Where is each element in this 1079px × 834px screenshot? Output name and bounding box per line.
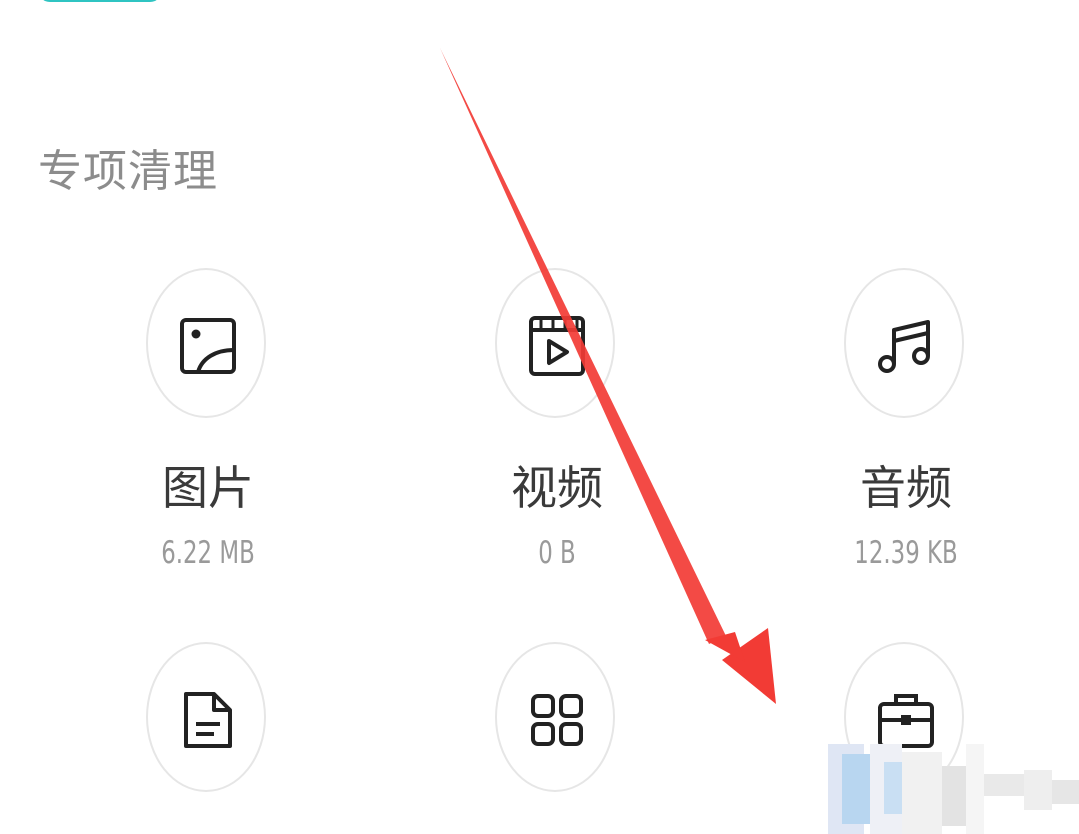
audio-size: 12.39 KB [854,535,958,571]
images-label: 图片 [162,461,254,515]
accent-chip [38,0,162,2]
music-icon [878,320,930,373]
documents-icon-button[interactable] [146,642,266,792]
section-title: 专项清理 [38,146,218,197]
videos-size: 0 B [538,535,576,571]
image-icon [180,318,236,374]
apps-grid-icon [531,694,583,746]
audio-label: 音频 [860,461,952,515]
apps-icon-button[interactable] [495,642,615,792]
document-icon [184,692,232,748]
videos-icon-button[interactable] [495,268,615,418]
images-size: 6.22 MB [161,535,255,571]
video-icon [529,316,585,376]
pixelated-watermark [828,744,1079,834]
images-icon-button[interactable] [146,268,266,418]
audio-icon-button[interactable] [844,268,964,418]
videos-label: 视频 [511,461,603,515]
